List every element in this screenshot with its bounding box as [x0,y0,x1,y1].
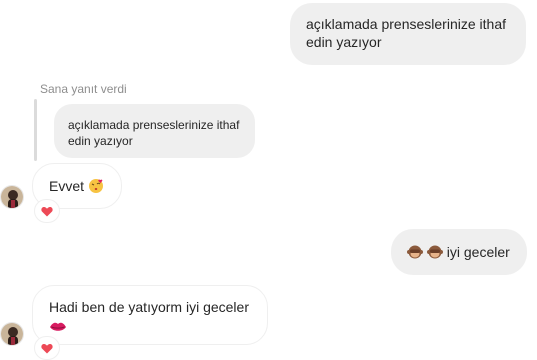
see-no-evil-monkey-emoji [407,244,423,264]
avatar-image [1,323,23,345]
message-text: Evvet [49,178,85,194]
kissing-heart-emoji [88,178,104,198]
avatar[interactable] [0,185,24,209]
reaction-heart[interactable] [34,199,60,223]
quoted-message[interactable]: açıklamada prenseslerinize ithaf edin ya… [54,104,255,158]
reaction-heart[interactable] [34,336,60,360]
outgoing-message-bubble[interactable]: açıklamada prenseslerinize ithaf edin ya… [290,3,526,65]
avatar[interactable] [0,322,24,346]
message-text: açıklamada prenseslerinize ithaf edin ya… [306,16,506,50]
kiss-mark-emoji [49,319,67,337]
message-text: iyi geceler [446,244,510,260]
incoming-message-bubble[interactable]: Hadi ben de yatıyorm iyi geceler [32,285,268,345]
see-no-evil-monkey-emoji [426,244,443,264]
red-heart-icon [41,343,53,353]
outgoing-message-bubble[interactable]: iyi geceler [391,229,527,275]
avatar-image [1,186,23,208]
reply-label: Sana yanıt verdi [40,82,127,96]
reply-indicator-bar [34,99,37,161]
quoted-message-text: açıklamada prenseslerinize ithaf edin ya… [68,118,240,148]
message-text: Hadi ben de yatıyorm iyi geceler [49,299,249,315]
red-heart-icon [41,206,53,216]
